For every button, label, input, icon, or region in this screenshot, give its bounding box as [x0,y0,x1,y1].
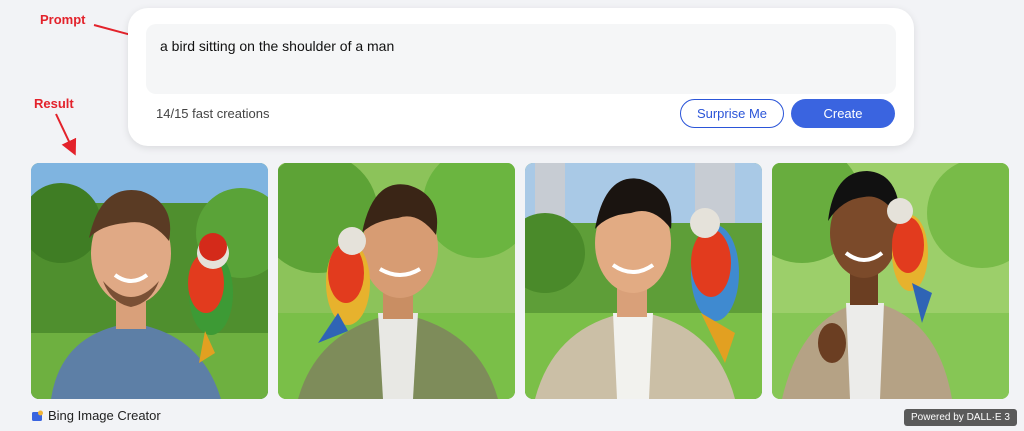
result-image-2-art [278,163,515,399]
prompt-input[interactable]: a bird sitting on the shoulder of a man [146,24,896,94]
bing-logo-icon [32,410,43,421]
result-image-4[interactable] [772,163,1009,399]
fast-creations-count: 14/15 fast creations [156,106,270,121]
dalle-badge: Powered by DALL·E 3 [904,409,1017,426]
result-image-4-art [772,163,1009,399]
result-image-1-art [31,163,268,399]
result-image-2[interactable] [278,163,515,399]
bing-image-creator-brand[interactable]: Bing Image Creator [32,408,161,423]
brand-label: Bing Image Creator [48,408,161,423]
result-annotation: Result [34,96,74,111]
surprise-me-button[interactable]: Surprise Me [680,99,784,128]
prompt-annotation: Prompt [40,12,86,27]
result-image-3[interactable] [525,163,762,399]
create-button[interactable]: Create [791,99,895,128]
result-arrow [55,113,77,156]
result-image-1[interactable] [31,163,268,399]
result-image-3-art [525,163,762,399]
prompt-card: a bird sitting on the shoulder of a man … [128,8,914,146]
